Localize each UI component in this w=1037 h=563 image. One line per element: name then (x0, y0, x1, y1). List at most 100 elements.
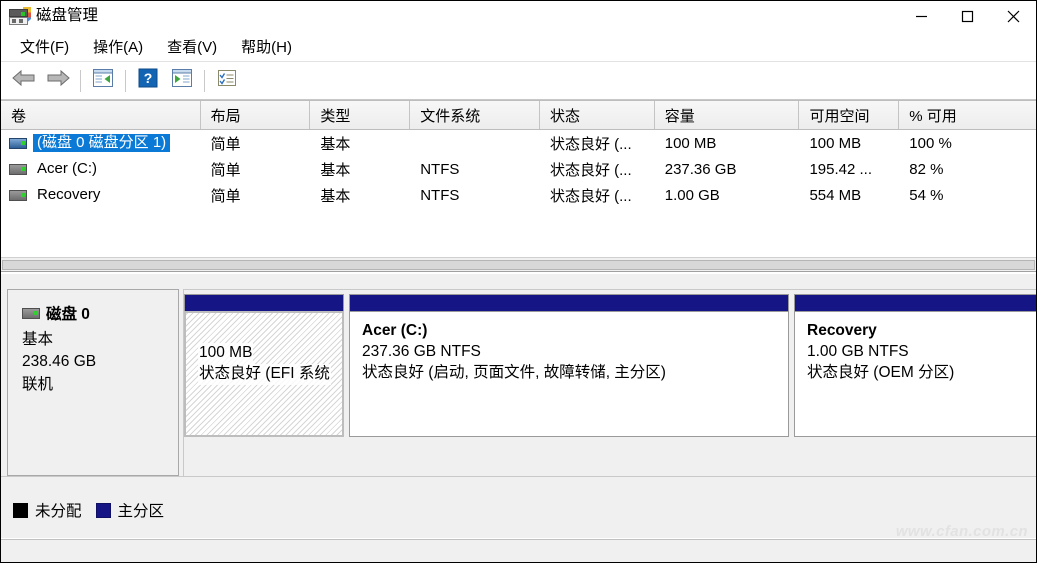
partition-size: 100 MB (198, 343, 254, 364)
cell-layout: 简单 (210, 161, 241, 179)
toolbar-action-pane[interactable] (165, 66, 199, 96)
disk-management-icon (8, 6, 31, 26)
disk-status: 联机 (22, 375, 54, 393)
legend-primary-label: 主分区 (117, 503, 165, 520)
show-hide-console-tree-icon (92, 68, 114, 93)
window-title: 磁盘管理 (36, 7, 99, 25)
partition-block-c[interactable]: Acer (C:) 237.36 GB NTFS 状态良好 (启动, 页面文件,… (349, 294, 789, 437)
cell-type: 基本 (320, 187, 351, 205)
table-row[interactable]: (磁盘 0 磁盘分区 1) 简单 基本 状态良好 (... 100 MB 100… (1, 130, 1036, 156)
legend-unallocated-swatch (13, 502, 28, 518)
toolbar-separator-2 (125, 69, 126, 92)
toolbar-separator (80, 69, 81, 92)
pane-splitter[interactable] (1, 273, 1036, 281)
cell-type: 基本 (320, 135, 351, 153)
volume-list-horizontal-scrollbar[interactable] (1, 257, 1036, 272)
partition-strip: 100 MB 状态良好 (EFI 系统 Acer (C:) 237.36 GB … (183, 289, 1036, 476)
show-hide-action-pane-icon (171, 68, 193, 93)
column-header-percent-free[interactable]: % 可用 (899, 101, 1036, 129)
cell-capacity: 1.00 GB (664, 186, 720, 204)
toolbar-help[interactable]: ? (131, 66, 165, 96)
scrollbar-thumb[interactable] (2, 260, 1035, 270)
column-header-filesystem[interactable]: 文件系统 (410, 101, 540, 129)
toolbar: ? (1, 62, 1036, 100)
window-controls (898, 1, 1036, 32)
cell-percent-free: 54 % (909, 186, 944, 204)
partition-color-band (184, 294, 344, 311)
disk-info-panel[interactable]: 磁盘 0 基本 238.46 GB 联机 (7, 289, 179, 476)
cell-layout: 简单 (210, 187, 241, 205)
disk-management-window: 磁盘管理 文件(F) 操作(A) 查看(V) 帮助(H) ? 卷 布局 类型 文… (0, 0, 1037, 563)
partition-color-band (349, 294, 789, 311)
title-bar[interactable]: 磁盘管理 (1, 1, 1036, 32)
drive-icon (9, 163, 27, 175)
cell-type: 基本 (320, 161, 351, 179)
legend-primary-partition: 主分区 (95, 499, 165, 521)
status-bar (1, 539, 1036, 562)
menu-action[interactable]: 操作(A) (84, 34, 152, 60)
disk-title: 磁盘 0 (22, 302, 178, 324)
back-arrow-icon (11, 68, 37, 93)
volume-name: Acer (C:) (37, 160, 97, 177)
minimize-button[interactable] (898, 1, 944, 32)
cell-filesystem (410, 132, 540, 154)
disk-size: 238.46 GB (22, 353, 97, 371)
cell-filesystem: NTFS (420, 160, 460, 178)
partition-name: Acer (C:) (362, 322, 428, 339)
properties-checklist-icon (216, 68, 238, 93)
cell-volume: Recovery (1, 184, 201, 206)
cell-capacity: 100 MB (664, 134, 717, 152)
column-header-status[interactable]: 状态 (539, 101, 655, 129)
cell-percent-free: 82 % (909, 160, 944, 178)
cell-volume: Acer (C:) (1, 158, 201, 180)
column-header-layout[interactable]: 布局 (200, 101, 311, 129)
drive-icon (22, 307, 40, 319)
legend-unallocated-label: 未分配 (35, 503, 82, 520)
toolbar-separator-3 (204, 69, 205, 92)
partition-status: 状态良好 (启动, 页面文件, 故障转储, 主分区) (362, 363, 666, 381)
cell-layout: 简单 (210, 135, 241, 153)
disk-name: 磁盘 0 (46, 306, 90, 323)
partition-body[interactable]: 100 MB 状态良好 (EFI 系统 (184, 311, 344, 437)
cell-status: 状态良好 (... (549, 135, 632, 153)
maximize-button[interactable] (944, 1, 990, 32)
partition-block-efi[interactable]: 100 MB 状态良好 (EFI 系统 (184, 294, 344, 437)
disk-type: 基本 (22, 331, 54, 348)
toolbar-properties[interactable] (210, 66, 244, 96)
graphical-disk-view: 磁盘 0 基本 238.46 GB 联机 100 MB 状态良好 (EFI 系统… (1, 281, 1036, 476)
legend-unallocated: 未分配 (13, 499, 82, 521)
help-question-icon: ? (138, 68, 158, 93)
column-header-capacity[interactable]: 容量 (654, 101, 800, 129)
cell-status: 状态良好 (... (549, 187, 632, 205)
volume-name: Recovery (37, 186, 101, 203)
partition-body[interactable]: Recovery 1.00 GB NTFS 状态良好 (OEM 分区) (794, 311, 1036, 437)
cell-status: 状态良好 (... (549, 161, 632, 179)
toolbar-console-tree[interactable] (86, 66, 120, 96)
table-row[interactable]: Recovery 简单 基本 NTFS 状态良好 (... 1.00 GB 55… (1, 182, 1036, 208)
volume-list-header: 卷 布局 类型 文件系统 状态 容量 可用空间 % 可用 (1, 100, 1036, 130)
table-row[interactable]: Acer (C:) 简单 基本 NTFS 状态良好 (... 237.36 GB… (1, 156, 1036, 182)
toolbar-forward[interactable] (41, 66, 75, 96)
menu-view[interactable]: 查看(V) (158, 34, 226, 60)
partition-block-recovery[interactable]: Recovery 1.00 GB NTFS 状态良好 (OEM 分区) (794, 294, 1036, 437)
legend: 未分配 主分区 (1, 476, 1036, 538)
volume-list-pane: 卷 布局 类型 文件系统 状态 容量 可用空间 % 可用 (磁盘 0 磁盘分区 … (1, 100, 1036, 273)
column-header-free-space[interactable]: 可用空间 (799, 101, 900, 129)
partition-size: 1.00 GB NTFS (807, 343, 909, 360)
menu-bar: 文件(F) 操作(A) 查看(V) 帮助(H) (1, 32, 1036, 62)
legend-primary-swatch (95, 502, 111, 518)
cell-free-space: 554 MB (809, 186, 862, 204)
volume-list-body: (磁盘 0 磁盘分区 1) 简单 基本 状态良好 (... 100 MB 100… (1, 130, 1036, 208)
cell-capacity: 237.36 GB (664, 160, 737, 178)
cell-volume: (磁盘 0 磁盘分区 1) (1, 132, 201, 154)
volume-name: (磁盘 0 磁盘分区 1) (33, 134, 171, 152)
menu-file[interactable]: 文件(F) (11, 34, 78, 60)
toolbar-back[interactable] (7, 66, 41, 96)
partition-status: 状态良好 (EFI 系统 (198, 363, 331, 385)
column-header-type[interactable]: 类型 (310, 101, 411, 129)
partition-body[interactable]: Acer (C:) 237.36 GB NTFS 状态良好 (启动, 页面文件,… (349, 311, 789, 437)
partition-color-band (794, 294, 1036, 311)
menu-help[interactable]: 帮助(H) (232, 34, 301, 60)
column-header-volume[interactable]: 卷 (1, 101, 201, 129)
close-button[interactable] (990, 1, 1036, 32)
